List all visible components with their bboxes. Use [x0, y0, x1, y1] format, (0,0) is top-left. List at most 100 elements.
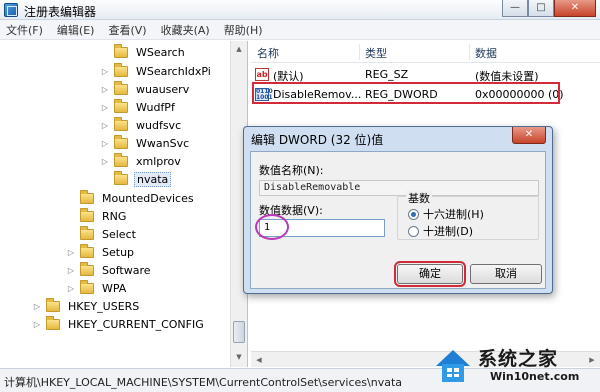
tree-item-label: Select	[102, 227, 136, 241]
tree-item-label: wudfsvc	[136, 118, 182, 132]
folder-icon	[114, 43, 128, 58]
scroll-up-icon[interactable]: ▲	[231, 41, 247, 57]
tree-item[interactable]: WSearch	[100, 43, 187, 61]
tree-item[interactable]: ▷ HKEY_USERS	[32, 297, 141, 315]
scroll-left-icon[interactable]: ◀	[251, 352, 267, 368]
tree-item-label: HKEY_CURRENT_CONFIG	[68, 317, 204, 331]
base-label: 基数	[406, 190, 432, 206]
tree-item[interactable]: ▷ WudfPf	[100, 98, 177, 116]
tree-item-selected[interactable]: nvata	[100, 170, 172, 188]
column-divider[interactable]	[359, 44, 360, 60]
menu-file[interactable]: 文件(F)	[6, 22, 43, 38]
folder-icon	[114, 134, 128, 149]
tree-item[interactable]: ▷ wudfsvc	[100, 116, 183, 134]
cancel-button[interactable]: 取消	[470, 264, 542, 284]
expand-icon[interactable]: ▷	[100, 121, 110, 130]
folder-icon	[114, 62, 128, 77]
registry-tree[interactable]: WSearch ▷ WSearchIdxPi ▷ wuauserv ▷ WudfPf …	[0, 41, 248, 367]
maximize-button[interactable]: □	[528, 0, 554, 17]
menu-favorites[interactable]: 收藏夹(A)	[161, 22, 210, 38]
tree-item-label: HKEY_USERS	[68, 299, 140, 313]
value-name-field: DisableRemovable	[259, 180, 539, 196]
radio-hex[interactable]: 十六进制(H)	[408, 206, 484, 222]
menu-help[interactable]: 帮助(H)	[224, 22, 263, 38]
close-button[interactable]: ✕	[554, 0, 596, 17]
expand-icon[interactable]: ▷	[100, 85, 110, 94]
window-controls: — □ ✕	[502, 0, 596, 17]
value-name-label: 数值名称(N):	[259, 164, 324, 177]
status-path: 计算机\HKEY_LOCAL_MACHINE\SYSTEM\CurrentCon…	[4, 376, 403, 389]
dialog-close-button[interactable]: ✕	[512, 127, 546, 144]
column-data[interactable]: 数据	[475, 45, 497, 61]
expand-icon[interactable]: ▷	[100, 67, 110, 76]
tree-item-label: WwanSvc	[136, 136, 190, 150]
watermark-logo: 系统之家 Win10net.com	[432, 340, 600, 392]
expand-icon[interactable]: ▷	[66, 284, 76, 293]
scroll-down-icon[interactable]: ▼	[231, 349, 247, 365]
tree-item-label: nvata	[134, 171, 172, 187]
radio-dec-label: 十进制(D)	[423, 225, 474, 238]
tree-item[interactable]: ▷ WwanSvc	[100, 134, 191, 152]
folder-icon	[46, 297, 60, 312]
ok-button[interactable]: 确定	[394, 261, 466, 287]
menu-edit[interactable]: 编辑(E)	[57, 22, 95, 38]
expand-icon[interactable]: ▷	[32, 302, 42, 311]
window-title: 注册表编辑器	[24, 5, 97, 19]
tree-item-label: WudfPf	[136, 100, 175, 114]
title-bar: 注册表编辑器 — □ ✕	[0, 0, 600, 20]
folder-icon	[114, 98, 128, 113]
column-type[interactable]: 类型	[365, 45, 387, 61]
expand-icon[interactable]: ▷	[100, 139, 110, 148]
tree-item-label: WPA	[102, 281, 127, 295]
expand-icon[interactable]: ▷	[32, 320, 42, 329]
tree-item-label: wuauserv	[136, 82, 190, 96]
tree-item-label: xmlprov	[136, 154, 181, 168]
folder-icon	[80, 243, 94, 258]
tree-item[interactable]: MountedDevices	[66, 189, 196, 207]
radio-unchecked-icon[interactable]	[408, 225, 419, 237]
tree-item-label: WSearch	[136, 45, 185, 59]
expand-icon[interactable]: ▷	[66, 266, 76, 275]
menu-view[interactable]: 查看(V)	[108, 22, 146, 38]
folder-icon	[114, 170, 128, 185]
tree-item-label: Setup	[102, 245, 135, 259]
base-groupbox: 基数 十六进制(H) 十进制(D)	[397, 190, 539, 240]
column-divider[interactable]	[469, 44, 470, 60]
expand-icon[interactable]: ▷	[66, 248, 76, 257]
column-name[interactable]: 名称	[257, 45, 279, 61]
tree-item[interactable]: ▷ HKEY_CURRENT_CONFIG	[32, 315, 206, 333]
tree-item[interactable]: ▷ Setup	[66, 243, 136, 261]
radio-checked-icon[interactable]	[408, 208, 419, 220]
tree-item[interactable]: ▷ WPA	[66, 279, 128, 297]
folder-icon	[80, 225, 94, 240]
scroll-thumb[interactable]	[233, 321, 245, 343]
folder-icon	[80, 207, 94, 222]
circle-annotation	[255, 214, 289, 240]
tree-item-label: MountedDevices	[102, 191, 194, 205]
column-headers: 名称 类型 数据	[251, 41, 600, 63]
tree-item[interactable]: ▷ Software	[66, 261, 153, 279]
regedit-icon	[4, 3, 18, 17]
edit-dword-dialog: 编辑 DWORD (32 位)值 ✕ 数值名称(N): DisableRemov…	[243, 126, 553, 294]
tree-item[interactable]: Select	[66, 225, 138, 243]
tree-item-label: WSearchIdxPi	[136, 64, 211, 78]
folder-icon	[46, 315, 60, 330]
tree-item[interactable]: ▷ xmlprov	[100, 152, 183, 170]
house-logo-icon	[436, 350, 470, 382]
tree-item[interactable]: ▷ WSearchIdxPi	[100, 62, 213, 80]
dialog-body: 数值名称(N): DisableRemovable 数值数据(V): 1 基数 …	[250, 151, 546, 289]
tree-item[interactable]: RNG	[66, 207, 128, 225]
minimize-button[interactable]: —	[502, 0, 528, 17]
expand-icon[interactable]: ▷	[100, 157, 110, 166]
folder-icon	[114, 116, 128, 131]
highlight-annotation	[252, 82, 560, 104]
folder-icon	[80, 279, 94, 294]
folder-icon	[114, 80, 128, 95]
watermark-url: Win10net.com	[490, 370, 580, 383]
folder-icon	[80, 189, 94, 204]
value-type: REG_SZ	[365, 68, 409, 81]
tree-item[interactable]: ▷ wuauserv	[100, 80, 191, 98]
radio-dec[interactable]: 十进制(D)	[408, 223, 473, 239]
expand-icon[interactable]: ▷	[100, 103, 110, 112]
folder-icon	[114, 152, 128, 167]
